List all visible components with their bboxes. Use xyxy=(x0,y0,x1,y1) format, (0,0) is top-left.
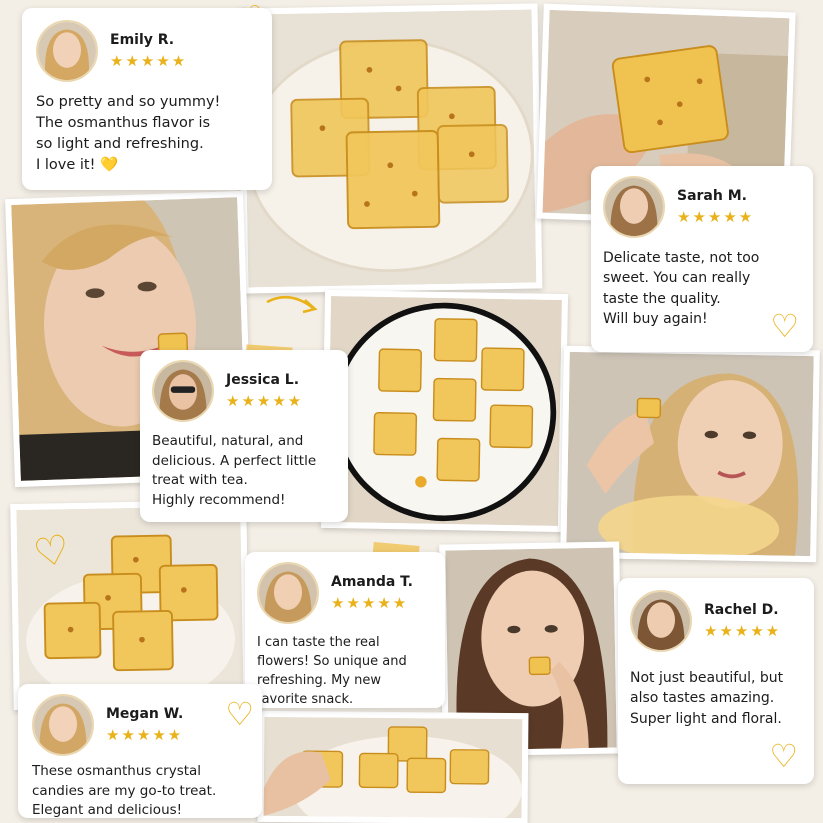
review-text: I can taste the real flowers! So unique … xyxy=(257,635,407,707)
reviewer-name: Amanda T. xyxy=(331,574,413,590)
review-card: Amanda T. ★★★★★ I can taste the real flo… xyxy=(245,552,445,708)
avatar xyxy=(32,694,94,756)
photo-candies-white-plate xyxy=(320,289,569,533)
reviewer-name: Megan W. xyxy=(106,706,184,722)
star-rating: ★★★★★ xyxy=(106,726,184,744)
avatar xyxy=(36,20,98,82)
avatar xyxy=(630,590,692,652)
review-text: So pretty and so yummy! The osmanthus fl… xyxy=(36,94,221,174)
review-card: Emily R. ★★★★★ So pretty and so yummy! T… xyxy=(22,8,272,190)
star-rating: ★★★★★ xyxy=(331,594,409,612)
curved-arrow-icon xyxy=(265,290,321,324)
reviewer-name: Jessica L. xyxy=(226,372,300,388)
review-card: Rachel D. ★★★★★ Not just beautiful, but … xyxy=(618,578,814,784)
photo-candies-plate xyxy=(237,3,543,294)
review-text: These osmanthus crystal candies are my g… xyxy=(32,763,217,819)
reviewer-name: Rachel D. xyxy=(704,602,779,618)
review-card: Megan W. ★★★★★ These osmanthus crystal c… xyxy=(18,684,262,818)
heart-outline-icon: ♡ xyxy=(769,737,798,775)
avatar xyxy=(257,562,319,624)
heart-outline-icon: ♡ xyxy=(770,307,799,345)
star-rating: ★★★★★ xyxy=(677,208,755,226)
reviewer-name: Sarah M. xyxy=(677,188,747,204)
avatar xyxy=(152,360,214,422)
review-card: Jessica L. ★★★★★ Beautiful, natural, and… xyxy=(140,350,348,522)
photo-woman-holding-candy xyxy=(560,345,820,563)
review-text: Not just beautiful, but also tastes amaz… xyxy=(630,670,784,727)
photo-candies-bowl-hand xyxy=(257,710,529,823)
heart-outline-icon: ♡ xyxy=(225,695,254,733)
star-rating: ★★★★★ xyxy=(226,392,304,410)
star-rating: ★★★★★ xyxy=(110,52,188,70)
reviewer-name: Emily R. xyxy=(110,32,175,48)
star-rating: ★★★★★ xyxy=(704,622,782,640)
review-text: Beautiful, natural, and delicious. A per… xyxy=(152,433,317,508)
avatar xyxy=(603,176,665,238)
review-card: Sarah M. ★★★★★ Delicate taste, not too s… xyxy=(591,166,813,352)
